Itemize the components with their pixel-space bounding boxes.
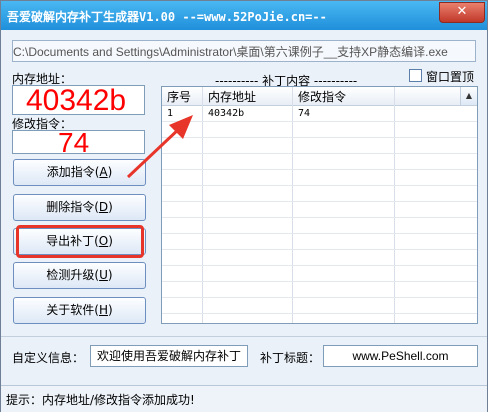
arrow-shaft <box>126 125 183 179</box>
custom-info-label: 自定义信息： <box>12 351 85 365</box>
divider <box>1 336 487 337</box>
patch-title-label: 补丁标题： <box>260 351 321 365</box>
status-message: 提示：内存地址/修改指令添加成功! <box>6 393 195 407</box>
patch-title-input[interactable]: www.PeShell.com <box>323 345 478 367</box>
custom-info-input[interactable]: 欢迎使用吾爱破解内存补丁 <box>90 345 248 367</box>
app-window: 吾爱破解内存补丁生成器V1.00 --=www.52PoJie.cn=-- ✕ … <box>0 0 488 412</box>
status-bar: 提示：内存地址/修改指令添加成功! <box>1 385 487 412</box>
